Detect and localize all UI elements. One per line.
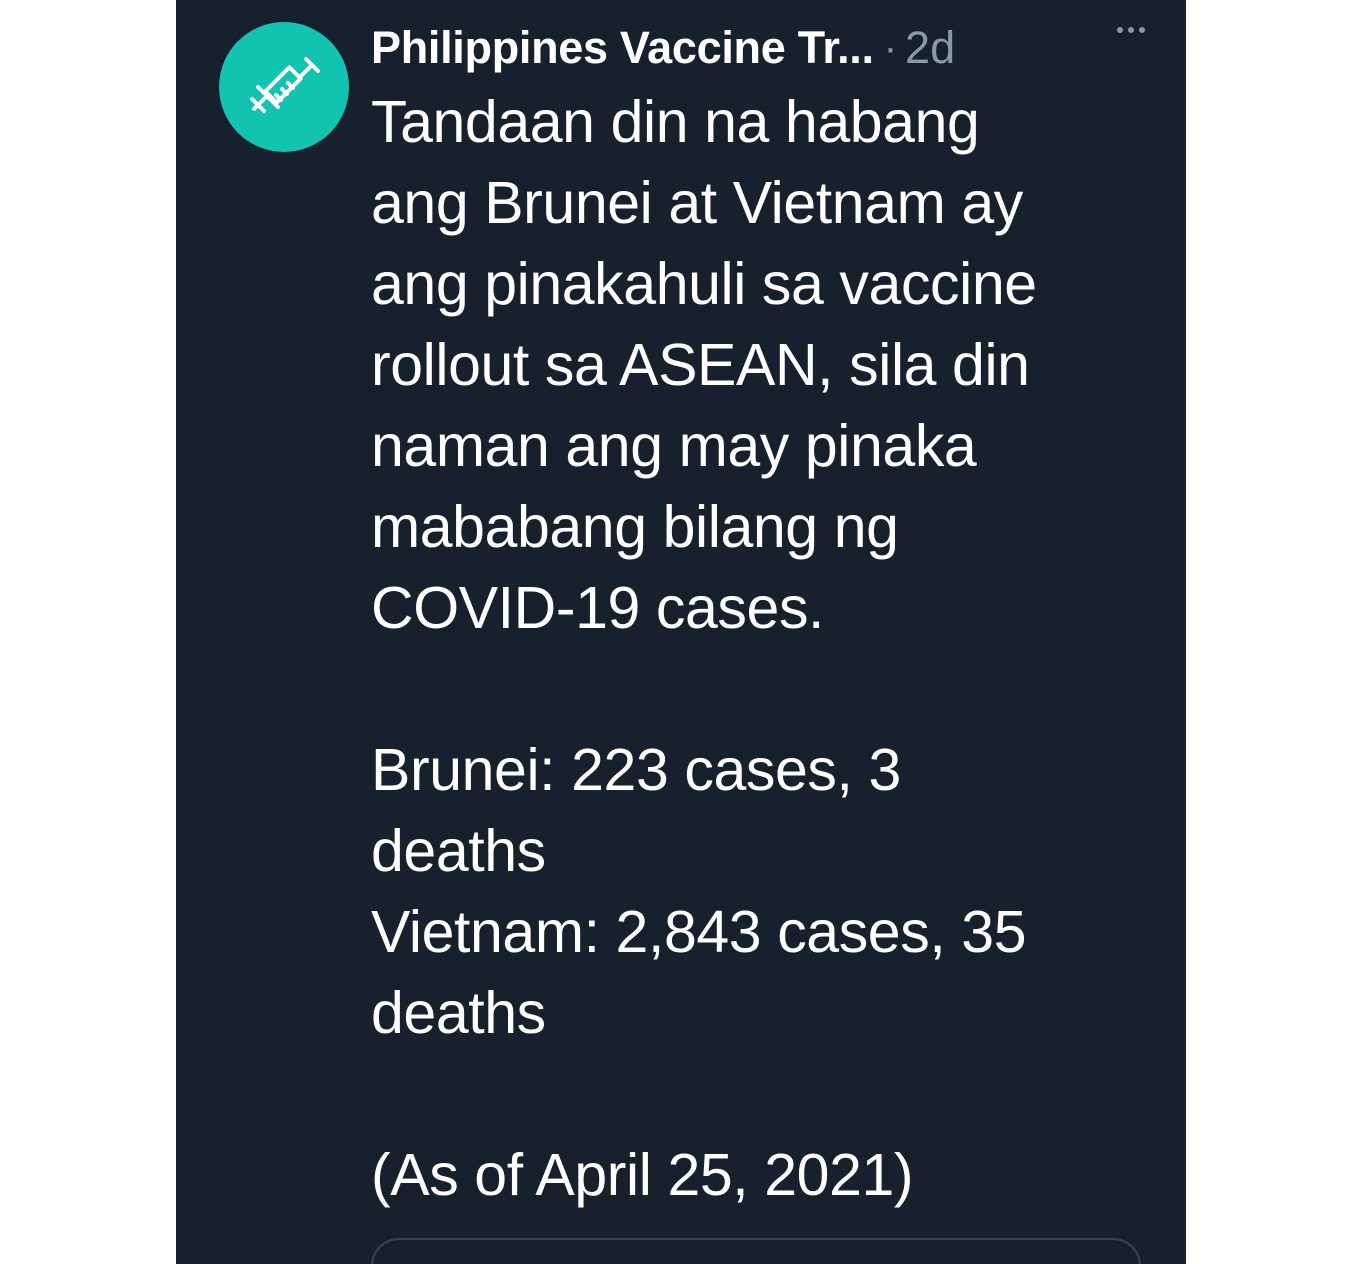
- tweet-text: Tandaan din na habang ang Brunei at Viet…: [371, 82, 1161, 1216]
- tweet-text-line: Vietnam: 2,843 cases, 35: [371, 899, 1027, 965]
- tweet-text-line: ang Brunei at Vietnam ay: [371, 170, 1023, 236]
- tweet-text-line: deaths: [371, 980, 546, 1046]
- quoted-card[interactable]: [371, 1238, 1141, 1264]
- avatar[interactable]: [219, 22, 349, 152]
- author-name[interactable]: Philippines Vaccine Tr...: [371, 22, 874, 74]
- syringe-icon: [250, 57, 320, 113]
- tweet-text-line: Tandaan din na habang: [371, 89, 980, 155]
- more-horizontal-icon[interactable]: [1106, 18, 1156, 42]
- tweet-screen: Philippines Vaccine Tr... · 2d Tandaan d…: [176, 0, 1186, 1264]
- tweet-header: Philippines Vaccine Tr... · 2d: [371, 18, 1161, 78]
- tweet-text-line: deaths: [371, 818, 546, 884]
- tweet-text-line: COVID-19 cases.: [371, 575, 825, 641]
- separator-dot: ·: [883, 25, 898, 70]
- tweet-text-line: rollout sa ASEAN, sila din: [371, 332, 1030, 398]
- tweet-text-line: mababang bilang ng: [371, 494, 899, 560]
- tweet-text-line: Brunei: 223 cases, 3: [371, 737, 901, 803]
- tweet-text-line: naman ang may pinaka: [371, 413, 977, 479]
- tweet-text-line: (As of April 25, 2021): [371, 1142, 914, 1208]
- timestamp[interactable]: 2d: [905, 22, 955, 74]
- tweet-text-line: ang pinakahuli sa vaccine: [371, 251, 1037, 317]
